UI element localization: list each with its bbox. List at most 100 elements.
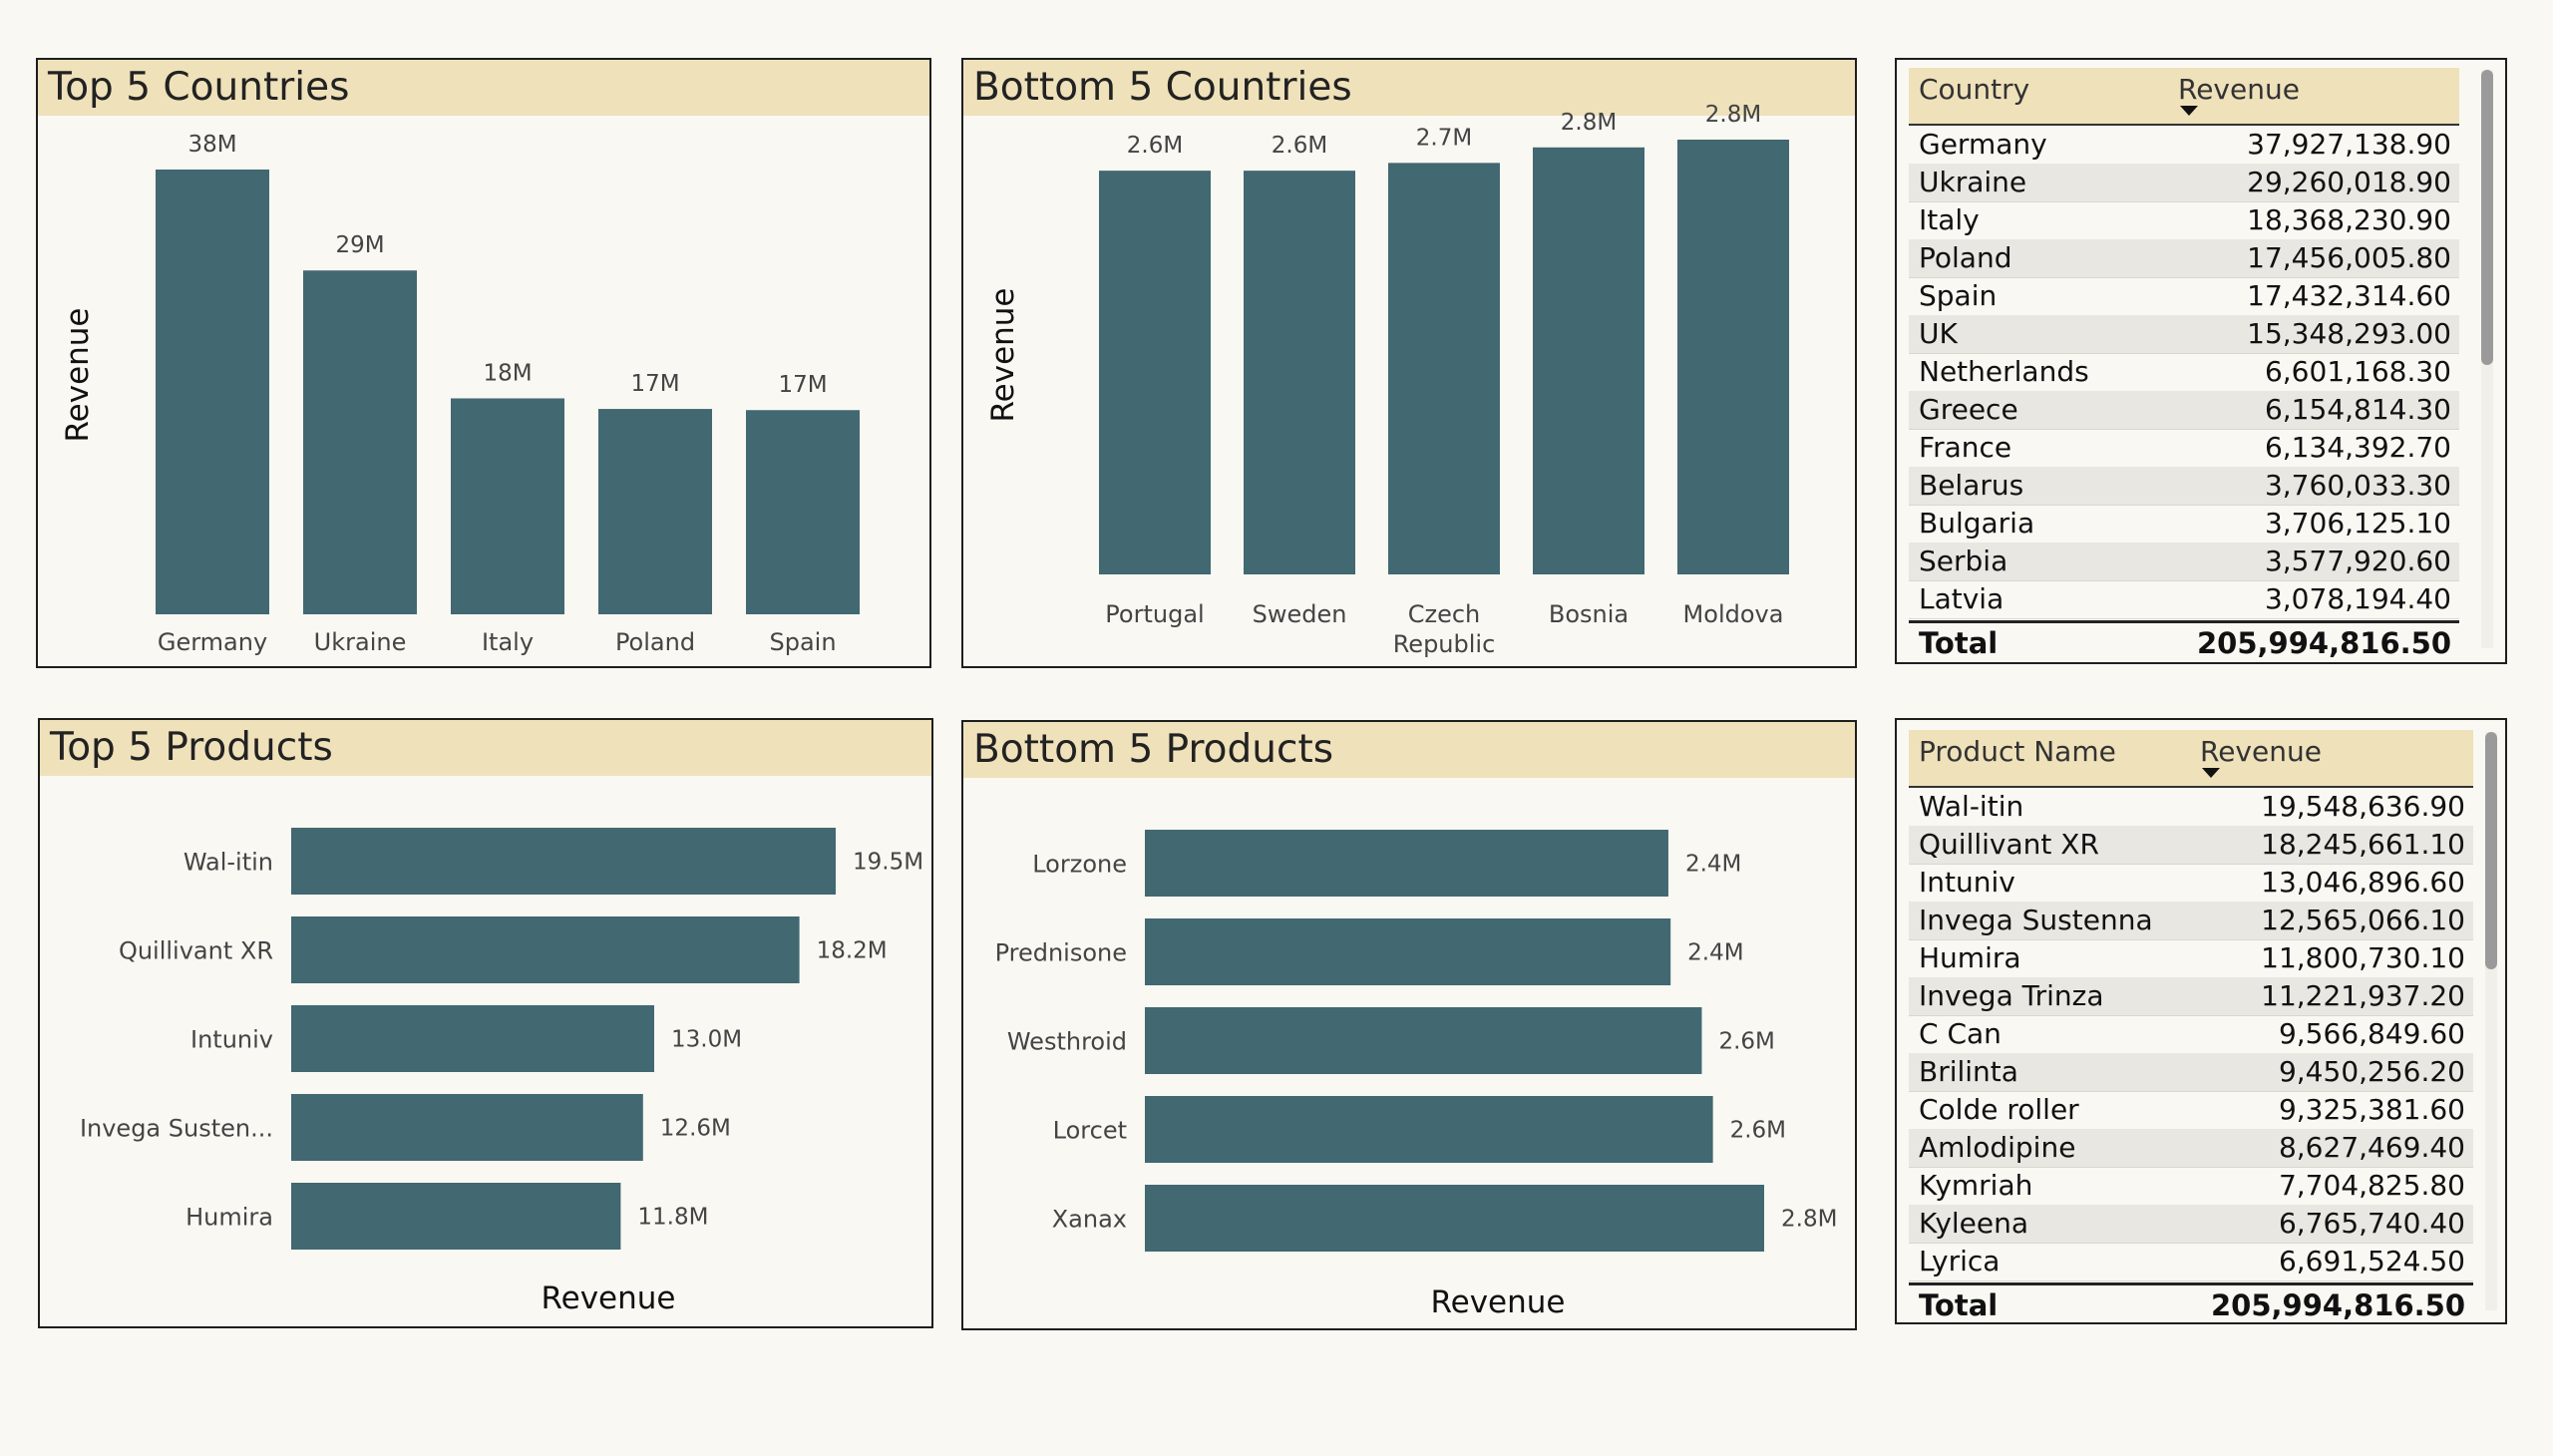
scrollbar-thumb[interactable] [2481, 70, 2493, 365]
bar-lorzone[interactable] [1145, 830, 1668, 897]
table-row[interactable]: Wal-itin 19,548,636.90 [1909, 788, 2473, 827]
table-row[interactable]: France 6,134,392.70 [1909, 429, 2459, 468]
country-table-scrollbar[interactable] [2481, 70, 2493, 648]
cell-name: Colde roller [1919, 1093, 2079, 1126]
category-label: Lorzone [1032, 851, 1127, 879]
revenue-column-header[interactable]: Revenue [2200, 735, 2322, 768]
bar-poland[interactable] [598, 409, 712, 614]
bar-sweden[interactable] [1244, 171, 1355, 574]
product-name-column-header[interactable]: Product Name [1919, 735, 2116, 768]
product-table-scrollbar[interactable] [2485, 732, 2497, 1310]
sort-desc-icon[interactable] [2202, 768, 2220, 778]
bar-prednisone[interactable] [1145, 918, 1671, 985]
cell-revenue: 15,348,293.00 [2247, 317, 2451, 350]
bar-italy[interactable] [451, 398, 564, 614]
total-label: Total [1919, 626, 1999, 660]
table-row[interactable]: Italy 18,368,230.90 [1909, 201, 2459, 240]
table-row[interactable]: Poland 17,456,005.80 [1909, 239, 2459, 278]
bar-portugal[interactable] [1099, 171, 1211, 574]
table-row[interactable]: Brilinta 9,450,256.20 [1909, 1053, 2473, 1092]
category-label: Moldova [1683, 600, 1784, 628]
bar-intuniv[interactable] [291, 1005, 654, 1072]
data-label: 2.4M [1685, 852, 1741, 878]
data-label: 38M [187, 132, 236, 158]
x-axis-label: Revenue [1430, 1284, 1565, 1320]
bar-moldova[interactable] [1677, 140, 1789, 574]
cell-revenue: 17,456,005.80 [2247, 241, 2451, 274]
table-row[interactable]: Belarus 3,760,033.30 [1909, 467, 2459, 506]
cell-name: Wal-itin [1919, 790, 2024, 823]
table-row[interactable]: Netherlands 6,601,168.30 [1909, 353, 2459, 392]
bar-xanax[interactable] [1145, 1185, 1764, 1252]
table-row[interactable]: UK 15,348,293.00 [1909, 315, 2459, 354]
category-label: Intuniv [190, 1026, 273, 1054]
table-row[interactable]: C Can 9,566,849.60 [1909, 1015, 2473, 1054]
sort-desc-icon[interactable] [2180, 106, 2198, 116]
table-row[interactable]: Greece 6,154,814.30 [1909, 391, 2459, 430]
bottom-countries-chart: 2.6M Portugal 2.6M Sweden 2.7M Czech Republic 2… [985, 102, 1789, 658]
table-row[interactable]: Spain 17,432,314.60 [1909, 277, 2459, 316]
table-row[interactable]: Germany 37,927,138.90 [1909, 126, 2459, 165]
cell-name: Spain [1919, 279, 1998, 312]
bottom-countries-panel: Bottom 5 Countries 2.6M Portugal 2.6M Swede… [961, 58, 1857, 668]
cell-name: Greece [1919, 393, 2018, 426]
cell-name: C Can [1919, 1017, 2002, 1050]
bar-invega-susten-[interactable] [291, 1094, 643, 1161]
category-label: Humira [185, 1204, 273, 1232]
total-value: 205,994,816.50 [2210, 1288, 2465, 1322]
bar-bosnia[interactable] [1533, 147, 1644, 574]
table-row[interactable]: Kyleena 6,765,740.40 [1909, 1205, 2473, 1244]
country-column-header[interactable]: Country [1919, 73, 2029, 106]
cell-revenue: 29,260,018.90 [2247, 166, 2451, 198]
category-label: Xanax [1052, 1206, 1127, 1234]
table-row[interactable]: Serbia 3,577,920.60 [1909, 543, 2459, 581]
bar-wal-itin[interactable] [291, 828, 836, 895]
data-label: 12.6M [660, 1116, 731, 1142]
table-row[interactable]: Intuniv 13,046,896.60 [1909, 864, 2473, 903]
table-row[interactable]: Humira 11,800,730.10 [1909, 939, 2473, 978]
table-row[interactable]: Quillivant XR 18,245,661.10 [1909, 826, 2473, 865]
bottom-products-panel: Bottom 5 Products 2.4M Lorzone 2.4M Prednis… [961, 720, 1857, 1330]
bar-germany[interactable] [156, 170, 269, 614]
cell-revenue: 18,245,661.10 [2261, 828, 2465, 861]
cell-name: Invega Trinza [1919, 979, 2104, 1012]
cell-name: Ukraine [1919, 166, 2027, 198]
table-row[interactable]: Kymriah 7,704,825.80 [1909, 1167, 2473, 1206]
table-row[interactable]: Invega Trinza 11,221,937.20 [1909, 977, 2473, 1016]
category-label: Prednisone [995, 939, 1127, 967]
product-table-panel: Product Name Revenue Wal-itin 19,548,636.… [1895, 718, 2507, 1324]
cell-revenue: 6,765,740.40 [2278, 1207, 2465, 1240]
category-label: Westhroid [1007, 1028, 1127, 1056]
cell-name: UK [1919, 317, 1958, 350]
bar-czech-republic[interactable] [1388, 163, 1500, 574]
table-row[interactable]: Ukraine 29,260,018.90 [1909, 164, 2459, 202]
category-label: Czech Republic [1393, 600, 1496, 658]
table-row[interactable]: Invega Sustenna 12,565,066.10 [1909, 902, 2473, 940]
cell-revenue: 9,450,256.20 [2278, 1055, 2465, 1088]
table-row[interactable]: Bulgaria 3,706,125.10 [1909, 505, 2459, 544]
category-label: Spain [769, 628, 836, 656]
cell-name: Latvia [1919, 582, 2005, 615]
cell-revenue: 18,368,230.90 [2247, 203, 2451, 236]
data-label: 2.6M [1127, 133, 1183, 159]
bar-spain[interactable] [746, 410, 860, 614]
data-label: 18.2M [817, 938, 888, 964]
bar-lorcet[interactable] [1145, 1096, 1713, 1163]
category-label: Italy [482, 628, 534, 656]
table-row[interactable]: Colde roller 9,325,381.60 [1909, 1091, 2473, 1130]
revenue-column-header[interactable]: Revenue [2178, 73, 2300, 106]
cell-revenue: 3,078,194.40 [2264, 582, 2451, 615]
bar-westhroid[interactable] [1145, 1007, 1702, 1074]
data-label: 2.6M [1272, 133, 1327, 159]
scrollbar-thumb[interactable] [2485, 732, 2497, 969]
bar-quillivant-xr[interactable] [291, 916, 800, 983]
cell-name: Kymriah [1919, 1169, 2033, 1202]
data-label: 2.6M [1718, 1029, 1774, 1055]
table-row[interactable]: Amlodipine 8,627,469.40 [1909, 1129, 2473, 1168]
cell-name: Lyrica [1919, 1245, 2001, 1277]
table-row[interactable]: Latvia 3,078,194.40 [1909, 580, 2459, 619]
bar-ukraine[interactable] [303, 270, 417, 614]
bar-humira[interactable] [291, 1183, 621, 1250]
cell-revenue: 11,800,730.10 [2261, 941, 2465, 974]
table-row[interactable]: Lyrica 6,691,524.50 [1909, 1243, 2473, 1281]
